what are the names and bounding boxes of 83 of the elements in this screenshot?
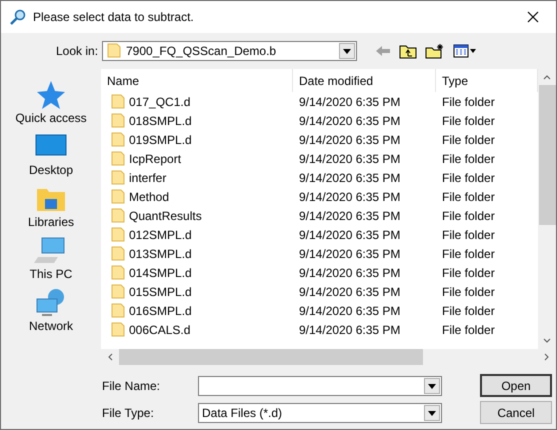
folder-icon <box>111 208 125 224</box>
file-name[interactable]: 017_QC1.d <box>129 94 190 108</box>
scrollbar-thumb[interactable] <box>119 349 423 365</box>
table-cell-text: File folder <box>441 304 496 318</box>
file-name[interactable]: 015SMPL.d <box>129 284 192 298</box>
place-item[interactable]: Desktop <box>9 125 93 177</box>
folder-icon <box>111 150 125 166</box>
column-header[interactable]: Name <box>101 69 293 92</box>
table-cell-text: File folder <box>441 246 496 260</box>
table-cell-text: 9/14/2020 6:35 PM <box>298 132 402 146</box>
folder-icon <box>111 94 125 110</box>
table-cell-text: 9/14/2020 6:35 PM <box>298 190 402 204</box>
table-cell-text: 9/14/2020 6:35 PM <box>298 246 402 260</box>
table-cell-text: 9/14/2020 6:35 PM <box>298 94 402 108</box>
scroll-down-icon[interactable] <box>543 338 551 344</box>
scroll-right-icon[interactable] <box>544 353 550 361</box>
table-cell-text: 9/14/2020 6:35 PM <box>298 266 402 280</box>
table-cell-text: File folder <box>441 170 496 184</box>
file-name-field[interactable] <box>198 376 442 396</box>
view-menu-icon[interactable] <box>453 44 477 58</box>
folder-icon <box>111 302 125 318</box>
look-in-dropdown[interactable]: 7900_FQ_QSScan_Demo.b <box>102 41 357 61</box>
table-cell-text: File folder <box>441 284 496 298</box>
table-cell-text: File folder <box>441 190 496 204</box>
field-label: File Type: <box>102 406 155 420</box>
look-in-label: Look in: <box>56 44 100 58</box>
file-name[interactable]: QuantResults <box>129 208 202 222</box>
open-button[interactable]: Open <box>480 374 552 397</box>
file-name[interactable]: IcpReport <box>129 152 182 166</box>
table-cell-text: 9/14/2020 6:35 PM <box>298 208 402 222</box>
scrollbar-thumb[interactable] <box>538 85 556 225</box>
folder-icon <box>111 284 125 300</box>
search-icon <box>9 8 27 26</box>
file-type-dropdown[interactable]: Data Files (*.d) <box>198 402 442 422</box>
dropdown-arrow-icon <box>342 47 352 55</box>
file-name[interactable]: 013SMPL.d <box>129 246 192 260</box>
table-cell-text: File folder <box>441 228 496 242</box>
file-name[interactable]: 019SMPL.d <box>129 132 192 146</box>
table-cell-text: File folder <box>441 114 496 128</box>
folder-icon <box>111 322 125 338</box>
scroll-left-icon[interactable] <box>107 353 113 361</box>
place-item[interactable]: Network <box>9 281 93 333</box>
folder-icon <box>111 112 125 128</box>
place-item[interactable]: Quick access <box>9 73 93 125</box>
table-cell-text: 9/14/2020 6:35 PM <box>298 228 402 242</box>
field-label: File Name: <box>102 378 162 392</box>
file-name[interactable]: 006CALS.d <box>129 322 190 336</box>
file-name[interactable]: 014SMPL.d <box>129 266 192 280</box>
close-icon <box>527 11 539 23</box>
dropdown-arrow-icon <box>427 382 437 390</box>
place-item[interactable]: This PC <box>9 229 93 281</box>
window-title: Please select data to subtract. <box>33 10 195 24</box>
table-cell-text: File folder <box>441 94 496 108</box>
folder-icon <box>111 246 125 262</box>
table-cell-text: 9/14/2020 6:35 PM <box>298 152 402 166</box>
table-cell-text: File folder <box>441 322 496 336</box>
dropdown-arrow-icon <box>427 408 437 416</box>
folder-icon <box>111 264 125 280</box>
place-item[interactable]: Libraries <box>9 177 93 229</box>
new-folder-icon[interactable] <box>425 43 445 59</box>
table-cell-text: File folder <box>441 152 496 166</box>
file-name[interactable]: Method <box>129 190 170 204</box>
table-cell-text: File folder <box>441 132 496 146</box>
table-cell-text: 9/14/2020 6:35 PM <box>298 114 402 128</box>
folder-icon <box>111 226 125 242</box>
table-cell-text: 9/14/2020 6:35 PM <box>298 322 402 336</box>
table-cell-text: 9/14/2020 6:35 PM <box>298 284 402 298</box>
table-cell-text: 9/14/2020 6:35 PM <box>298 170 402 184</box>
table-cell-text: File folder <box>441 208 496 222</box>
table-cell-text: 9/14/2020 6:35 PM <box>298 304 402 318</box>
scroll-up-icon[interactable] <box>543 74 551 80</box>
cancel-button[interactable]: Cancel <box>480 401 552 424</box>
folder-icon <box>111 132 125 148</box>
file-name[interactable]: 016SMPL.d <box>129 304 192 318</box>
table-cell-text: File folder <box>441 266 496 280</box>
folder-icon <box>107 43 121 59</box>
file-name[interactable]: 018SMPL.d <box>129 114 192 128</box>
file-name[interactable]: 012SMPL.d <box>129 228 192 242</box>
folder-icon <box>111 188 125 204</box>
folder-icon <box>111 170 125 186</box>
up-folder-icon[interactable] <box>399 43 417 59</box>
file-name[interactable]: interfer <box>129 170 166 184</box>
column-header[interactable]: Date modified <box>293 69 436 92</box>
